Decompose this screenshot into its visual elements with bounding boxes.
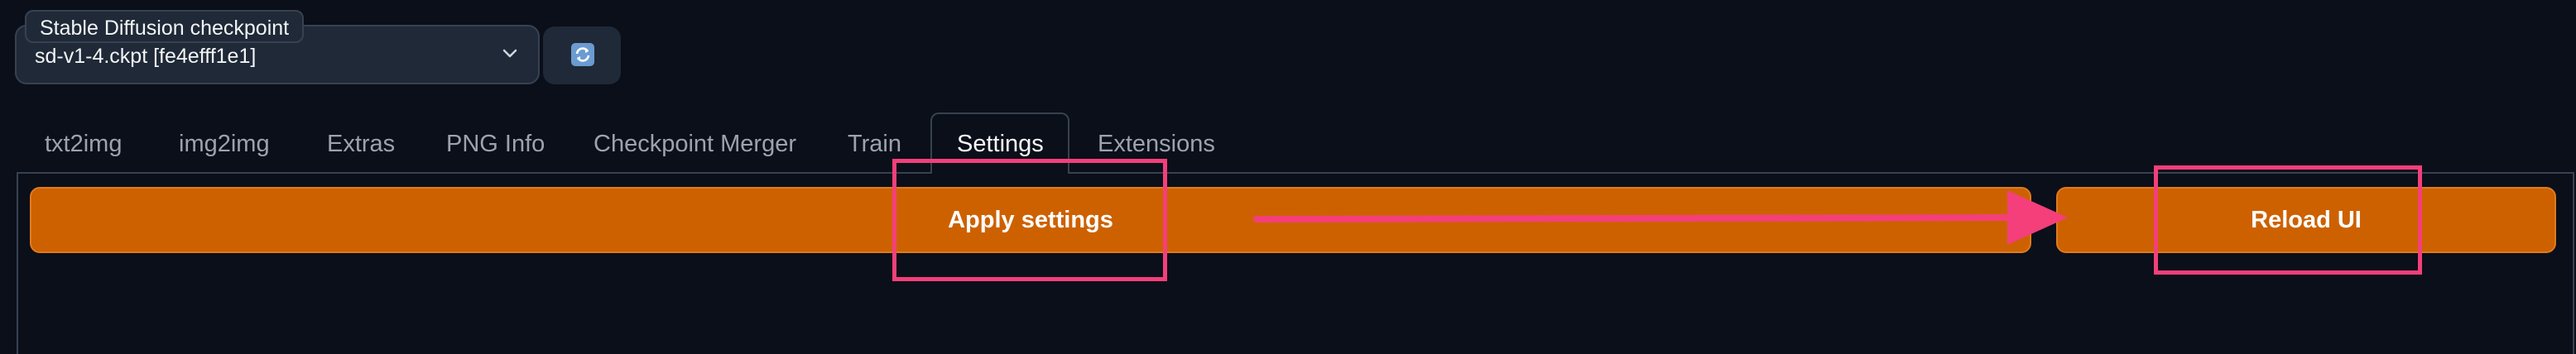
apply-settings-highlight: [892, 159, 1167, 281]
reload-ui-highlight: [2154, 165, 2422, 275]
tab-train[interactable]: Train: [848, 127, 901, 160]
checkpoint-label: Stable Diffusion checkpoint: [25, 10, 305, 43]
tab-settings[interactable]: Settings: [957, 127, 1044, 160]
tab-txt2img[interactable]: txt2img: [45, 127, 122, 160]
tab-img2img[interactable]: img2img: [179, 127, 270, 160]
chevron-down-icon[interactable]: [500, 43, 520, 63]
annotation-arrow-icon: [1253, 190, 2068, 245]
tab-png-info[interactable]: PNG Info: [446, 127, 545, 160]
checkpoint-selected-value[interactable]: sd-v1-4.ckpt [fe4efff1e1]: [35, 40, 256, 73]
tab-extras[interactable]: Extras: [327, 127, 395, 160]
refresh-checkpoints-button[interactable]: [543, 26, 621, 84]
tab-checkpoint-merger[interactable]: Checkpoint Merger: [594, 127, 796, 160]
tab-extensions[interactable]: Extensions: [1098, 127, 1215, 160]
refresh-icon: [571, 43, 594, 66]
